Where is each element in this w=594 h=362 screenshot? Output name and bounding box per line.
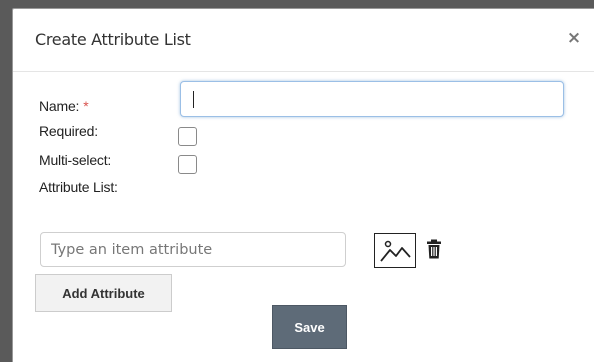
dialog-title: Create Attribute List	[35, 30, 191, 49]
multiselect-checkbox[interactable]	[178, 155, 197, 174]
required-checkbox[interactable]	[178, 127, 197, 146]
attribute-input[interactable]	[40, 232, 346, 267]
trash-icon[interactable]	[426, 239, 442, 259]
save-button[interactable]: Save	[272, 305, 347, 349]
attribute-list-label: Attribute List:	[39, 179, 118, 195]
name-input[interactable]	[180, 81, 564, 117]
create-attribute-list-dialog: Create Attribute List × Name: * Required:…	[12, 8, 594, 362]
image-icon	[380, 240, 411, 262]
multiselect-label: Multi-select:	[39, 152, 112, 168]
name-label: Name: *	[39, 98, 89, 114]
required-marker: *	[83, 98, 89, 114]
dialog-header: Create Attribute List ×	[13, 9, 594, 72]
text-caret	[193, 91, 194, 108]
close-icon[interactable]: ×	[564, 27, 584, 49]
add-attribute-button[interactable]: Add Attribute	[35, 274, 172, 312]
required-label: Required:	[39, 123, 98, 139]
name-label-text: Name:	[39, 98, 80, 114]
image-button[interactable]	[374, 233, 416, 268]
